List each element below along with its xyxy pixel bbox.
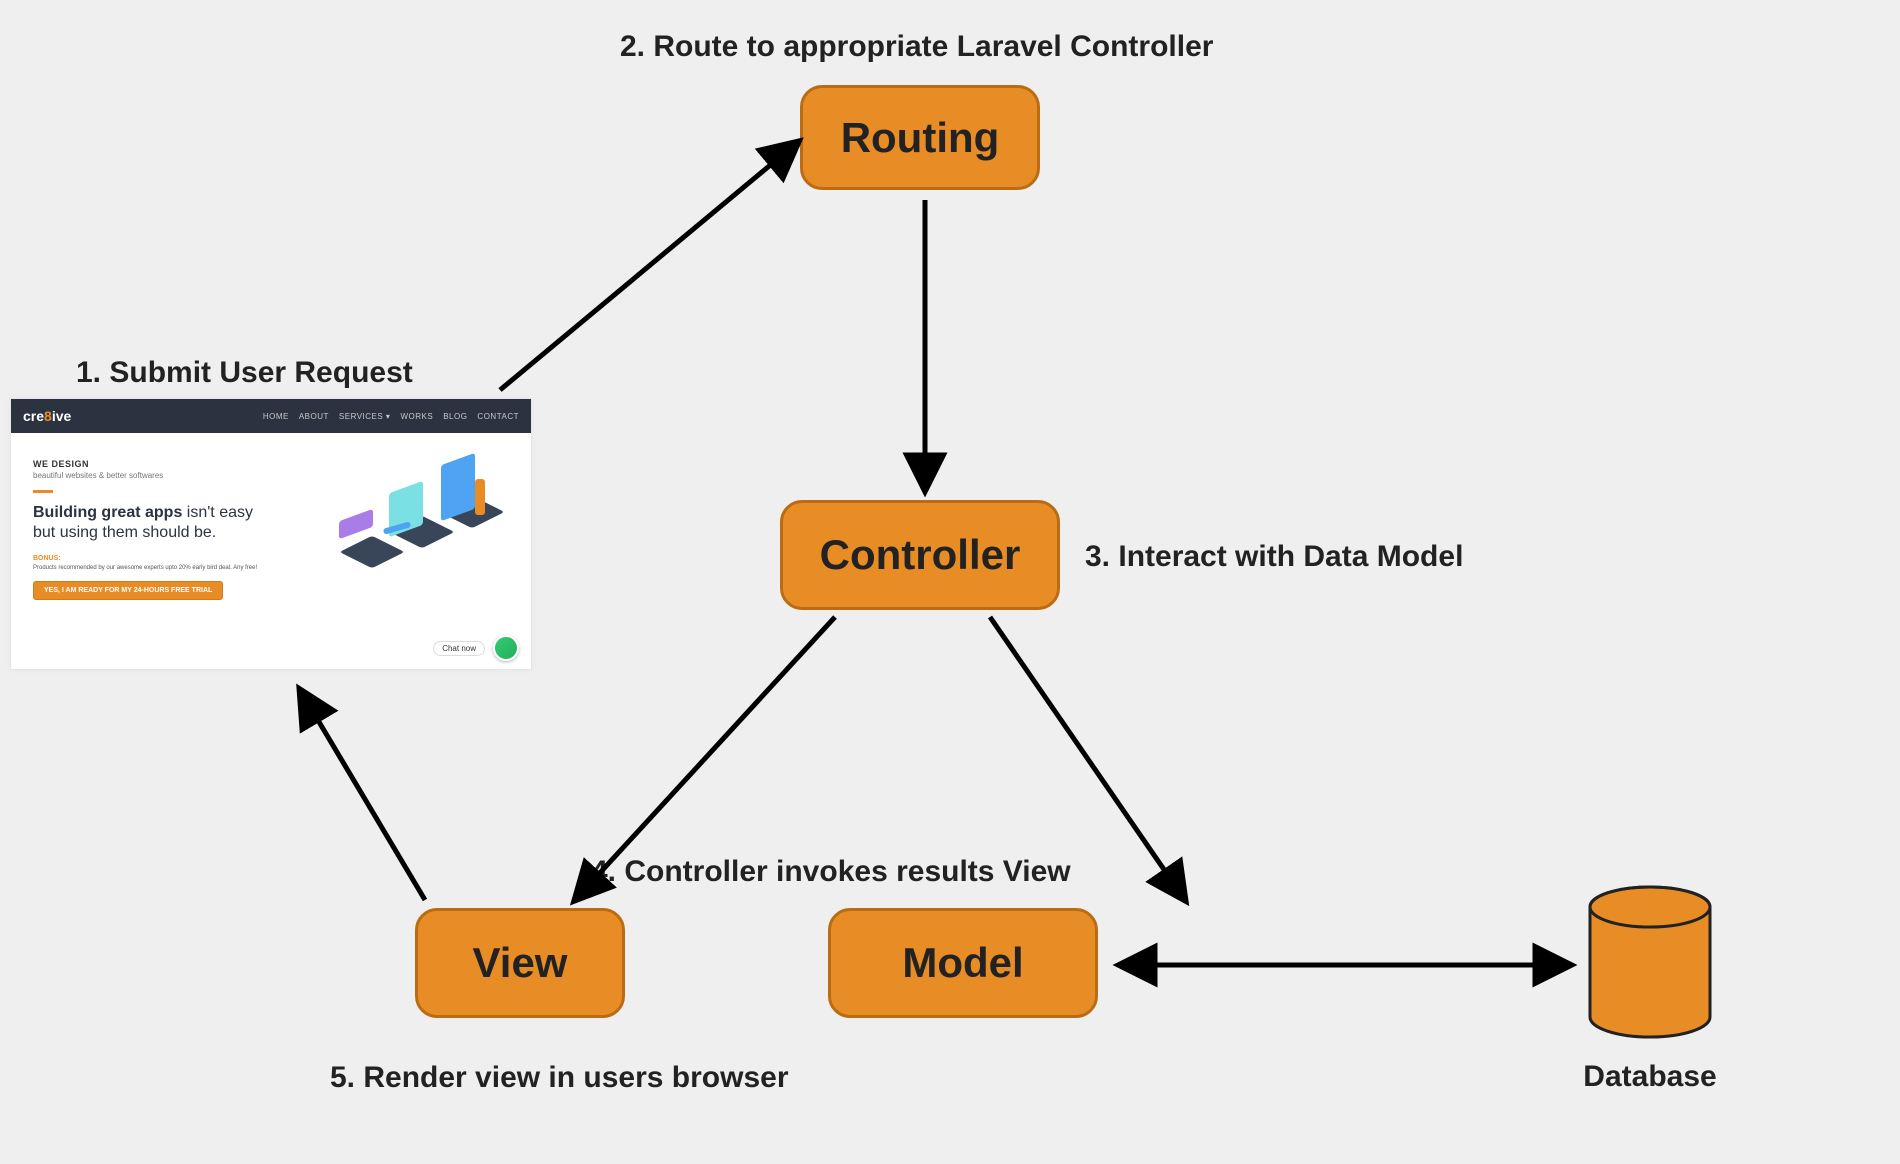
thumb-nav-services: SERVICES ▾ <box>339 412 391 421</box>
thumb-bonus-label: BONUS: <box>33 555 313 562</box>
node-view: View <box>415 908 625 1018</box>
thumb-illustration <box>329 459 509 609</box>
thumb-nav-contact: CONTACT <box>477 412 519 421</box>
thumb-bonus-text: Products recommended by our awesome expe… <box>33 565 313 571</box>
thumb-chat: Chat now <box>433 635 519 661</box>
thumb-chat-pill: Chat now <box>433 641 485 656</box>
thumb-nav-works: WORKS <box>400 412 433 421</box>
node-routing: Routing <box>800 85 1040 190</box>
arrow-view-to-browser <box>300 690 425 900</box>
thumb-heading-bold: Building great apps <box>33 504 182 521</box>
thumb-heading-rest1: isn't easy <box>182 504 253 521</box>
label-database: Database <box>1580 1060 1720 1094</box>
thumb-brand-accent: 8 <box>44 408 52 424</box>
label-step5: 5. Render view in users browser <box>330 1061 789 1095</box>
thumb-brand: cre8ive <box>23 408 71 424</box>
node-controller: Controller <box>780 500 1060 610</box>
arrow-request-to-routing <box>500 142 798 390</box>
thumb-brand-suffix: ive <box>52 408 71 424</box>
thumb-heading-rest2: but using them should be. <box>33 524 216 541</box>
thumb-nav-blog: BLOG <box>443 412 467 421</box>
thumb-accent-bar <box>33 490 53 493</box>
thumb-subline: beautiful websites & better softwares <box>33 471 313 480</box>
thumb-cta: YES, I AM READY FOR MY 24-HOURS FREE TRI… <box>33 581 223 600</box>
thumb-kicker: WE DESIGN <box>33 459 313 469</box>
database-icon <box>1585 885 1715 1045</box>
label-step1: 1. Submit User Request <box>76 356 413 390</box>
thumb-heading: Building great apps isn't easy but using… <box>33 503 313 543</box>
thumb-brand-prefix: cre <box>23 408 44 424</box>
thumb-nav-about: ABOUT <box>299 412 329 421</box>
node-model: Model <box>828 908 1098 1018</box>
thumb-nav-home: HOME <box>263 412 289 421</box>
thumb-chat-avatar <box>493 635 519 661</box>
browser-thumbnail: cre8ive HOME ABOUT SERVICES ▾ WORKS BLOG… <box>10 398 532 670</box>
label-step4: 4. Controller invokes results View <box>591 855 1071 889</box>
thumb-nav: HOME ABOUT SERVICES ▾ WORKS BLOG CONTACT <box>263 412 519 421</box>
label-step2: 2. Route to appropriate Laravel Controll… <box>620 30 1213 64</box>
label-step3: 3. Interact with Data Model <box>1085 540 1463 574</box>
